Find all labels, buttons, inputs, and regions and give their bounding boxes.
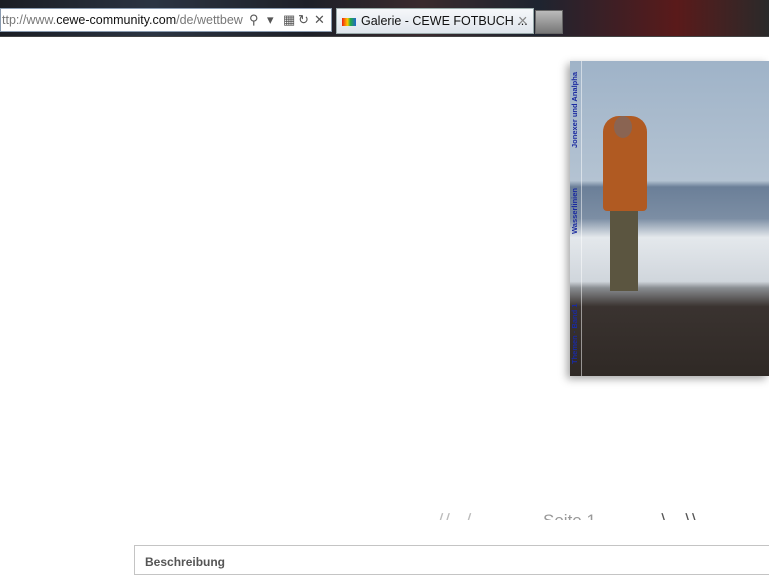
last-page-button[interactable]: ⟩⟩ <box>684 508 697 520</box>
spine-title: Wasserlinien <box>570 188 579 234</box>
url-path: /de/wettbew <box>176 13 243 27</box>
prev-page-button[interactable]: ⟨ <box>466 508 473 520</box>
person-legs <box>610 211 638 291</box>
tab-galerie[interactable]: Galerie - CEWE FOTBUCH ... ✕ <box>336 8 534 34</box>
spine-author: Jonexer und Analpha <box>570 72 579 148</box>
stop-icon[interactable]: ✕ <box>314 9 325 31</box>
close-tab-icon[interactable]: ✕ <box>518 9 528 34</box>
book-spine: Jonexer und Analpha Wasserlinien Themen … <box>570 61 582 376</box>
address-bar[interactable]: ttp://www.cewe-community.com/de/wettbew … <box>0 8 332 32</box>
person-head <box>614 116 632 138</box>
description-panel: Beschreibung <box>134 545 769 575</box>
next-page-button[interactable]: ⟩ <box>660 508 667 520</box>
divider <box>0 36 769 37</box>
refresh-icon[interactable]: ↻ <box>298 9 309 31</box>
first-page-button[interactable]: ⟨⟨ <box>438 508 451 520</box>
dropdown-icon[interactable]: ▾ <box>267 9 274 31</box>
description-title: Beschreibung <box>145 555 226 569</box>
photobook-cover[interactable]: Jonexer und Analpha Wasserlinien Themen … <box>570 61 769 376</box>
url-domain: cewe-community.com <box>56 13 177 27</box>
page-label: Seite 1 <box>543 508 596 520</box>
compatibility-icon[interactable]: ▦ <box>283 9 295 31</box>
tab-title: Galerie - CEWE FOTBUCH ... <box>361 14 528 28</box>
cewe-favicon-icon <box>342 18 356 26</box>
new-tab-button[interactable] <box>535 10 563 34</box>
spine-series: Themen · Band 1 <box>570 303 579 365</box>
url-prefix: ttp://www. <box>2 13 57 27</box>
search-icon[interactable]: ⚲ <box>249 9 259 31</box>
